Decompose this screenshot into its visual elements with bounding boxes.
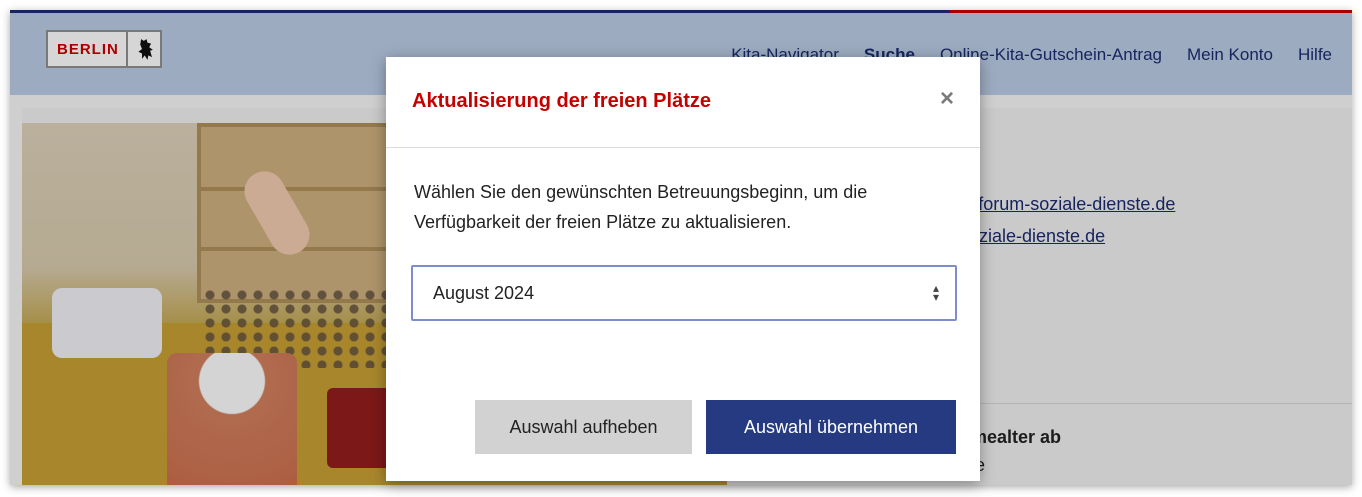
close-icon[interactable]: × (940, 87, 954, 111)
update-availability-dialog: Aktualisierung der freien Plätze × Wähle… (386, 57, 980, 481)
apply-selection-button[interactable]: Auswahl übernehmen (706, 400, 956, 454)
start-date-select[interactable]: August 2024 ▴ ▾ (411, 265, 957, 321)
select-updown-icon: ▴ ▾ (932, 281, 939, 304)
clear-selection-button[interactable]: Auswahl aufheben (475, 400, 692, 454)
dialog-title: Aktualisierung der freien Plätze (412, 90, 711, 112)
start-date-value: August 2024 (433, 282, 535, 303)
dialog-header: Aktualisierung der freien Plätze × (386, 57, 980, 148)
dialog-description: Wählen Sie den gewünschten Betreuungsbeg… (414, 182, 868, 232)
